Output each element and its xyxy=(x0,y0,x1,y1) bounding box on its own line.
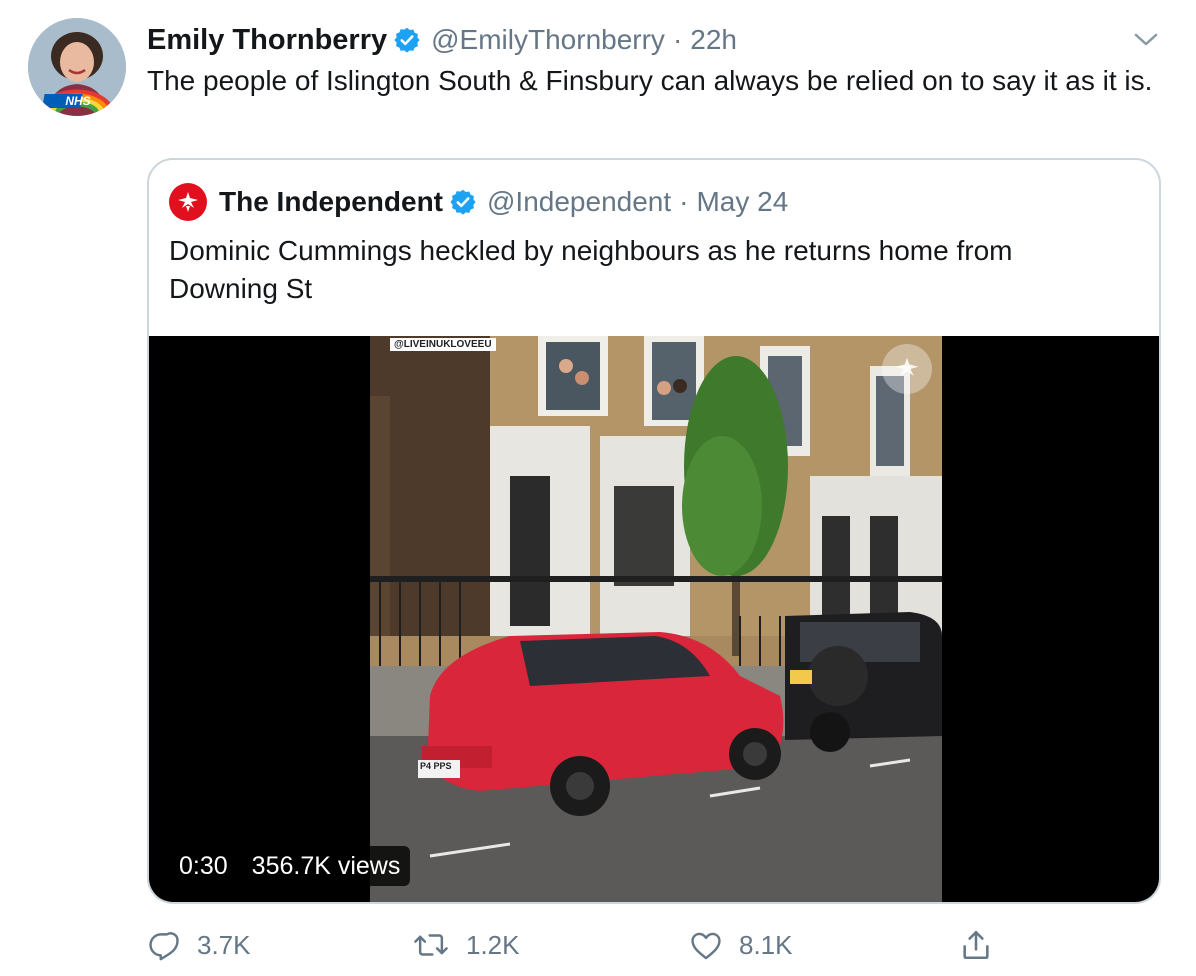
video-duration: 0:30 xyxy=(179,851,228,880)
quoted-tweet[interactable]: The Independent @Independent · May 24 Do… xyxy=(147,158,1161,904)
author-handle[interactable]: @EmilyThornberry xyxy=(431,24,665,56)
separator-dot: · xyxy=(679,186,689,217)
tweet-text: The people of Islington South & Finsbury… xyxy=(147,65,1153,96)
tweet-header: Emily Thornberry @EmilyThornberry · 22h xyxy=(147,20,737,60)
like-button[interactable]: 8.1K xyxy=(689,922,793,968)
author-name[interactable]: Emily Thornberry xyxy=(147,24,387,57)
share-button[interactable] xyxy=(959,922,993,968)
retweet-icon xyxy=(412,928,450,962)
retweet-count: 1.2K xyxy=(466,929,520,960)
video-player[interactable]: @LIVEINUKLOVEEU P4 PPS 0:30 356.7K views xyxy=(149,336,1159,902)
video-thumbnail xyxy=(370,336,942,902)
quoted-tweet-text: Dominic Cummings heckled by neighbours a… xyxy=(169,235,1013,304)
chevron-down-icon[interactable] xyxy=(1132,28,1160,52)
video-frame[interactable]: @LIVEINUKLOVEEU P4 PPS xyxy=(370,336,942,902)
action-bar: 3.7K 1.2K 8.1K xyxy=(147,922,1157,968)
verified-badge-icon xyxy=(449,188,477,216)
retweet-button[interactable]: 1.2K xyxy=(412,922,520,968)
quoted-tweet-time[interactable]: May 24 xyxy=(696,186,788,218)
heart-icon xyxy=(689,928,723,962)
tweet-time[interactable]: 22h xyxy=(690,24,737,56)
nhs-badge-text: NHS xyxy=(65,94,90,108)
verified-badge-icon xyxy=(393,26,421,54)
like-count: 8.1K xyxy=(739,929,793,960)
avatar-image: NHS xyxy=(28,18,126,116)
separator-dot: · xyxy=(672,24,683,55)
avatar[interactable]: NHS xyxy=(28,18,126,116)
independent-eagle-icon xyxy=(169,183,207,221)
tweet[interactable]: NHS Emily Thornberry @EmilyThornberry · … xyxy=(0,0,1196,976)
reply-icon xyxy=(147,928,181,962)
independent-watermark-icon xyxy=(882,344,932,394)
video-stats-badge: 0:30 356.7K views xyxy=(169,846,411,886)
reply-button[interactable]: 3.7K xyxy=(147,922,251,968)
reply-count: 3.7K xyxy=(197,929,251,960)
quoted-author-name[interactable]: The Independent xyxy=(219,186,443,218)
video-watermark: @LIVEINUKLOVEEU xyxy=(390,338,496,351)
license-plate: P4 PPS xyxy=(420,761,452,771)
share-icon xyxy=(959,928,993,962)
quoted-tweet-header: The Independent @Independent · May 24 xyxy=(169,182,788,222)
video-views: 356.7K views xyxy=(251,851,401,880)
quoted-author-handle[interactable]: @Independent xyxy=(487,186,671,218)
